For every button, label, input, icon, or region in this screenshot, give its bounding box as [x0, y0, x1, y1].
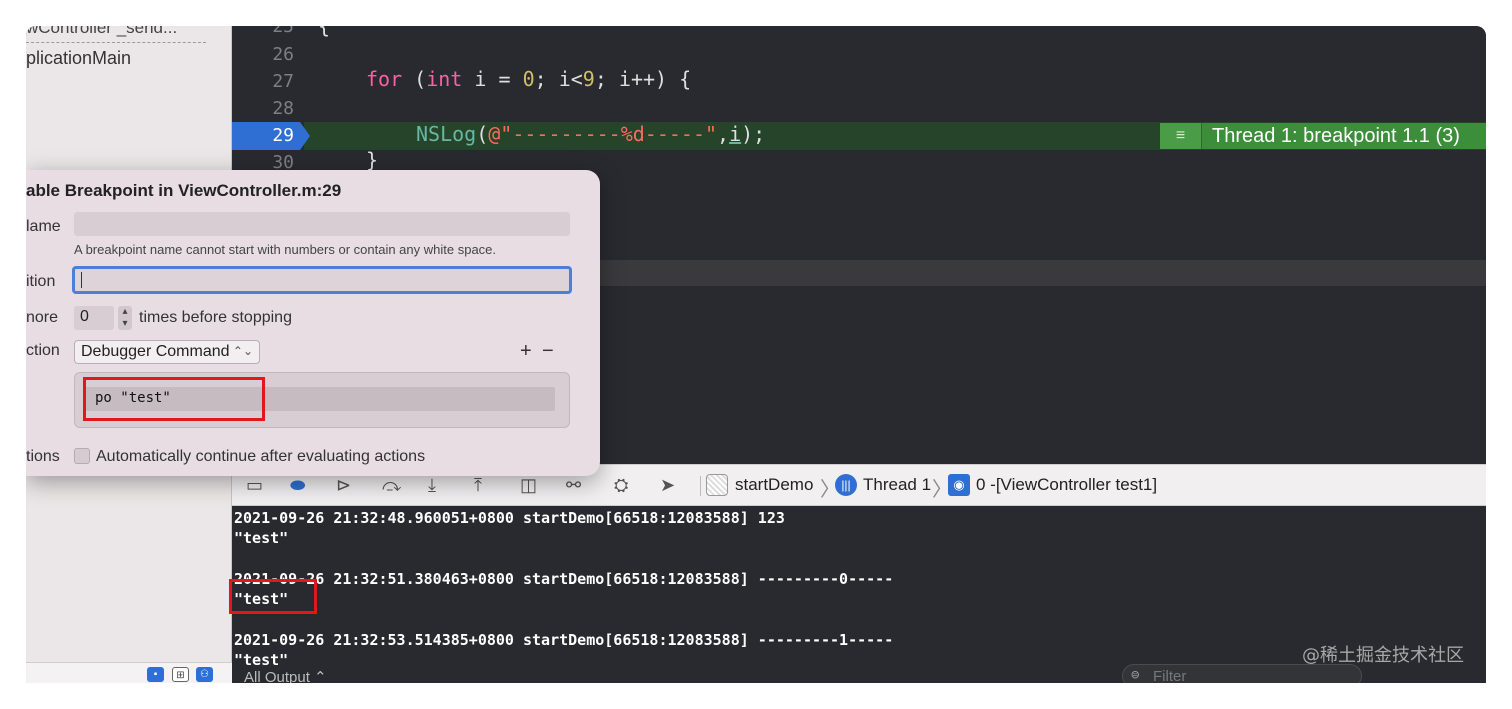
breakpoint-toggle-icon[interactable]: ⬬: [290, 474, 305, 496]
condition-label: ition: [26, 273, 56, 290]
output-select[interactable]: All Output ⌃: [244, 668, 327, 683]
stack-frame-uiapplicationmain[interactable]: plicationMain: [26, 48, 131, 69]
string-literal: @"---------%d-----": [488, 122, 718, 146]
action-type-value: Debugger Command: [81, 343, 230, 360]
app-icon: [706, 474, 728, 496]
line-number: 28: [272, 98, 294, 119]
code-text: i =: [462, 67, 523, 91]
variable: i: [729, 122, 742, 146]
function-name: NSLog: [416, 122, 477, 146]
console-output[interactable]: 2021-09-26 21:32:48.960051+0800 startDem…: [232, 506, 1486, 683]
action-type-select[interactable]: Debugger Command ⌃⌄: [74, 340, 260, 364]
environment-icon[interactable]: ⛭: [614, 474, 628, 496]
console-line: 2021-09-26 21:32:53.514385+0800 startDem…: [234, 631, 894, 649]
thread-breakpoint-badge[interactable]: ≡ Thread 1: breakpoint 1.1 (3): [1160, 123, 1486, 149]
toolbar-divider: [700, 476, 701, 496]
code-line-27: for (int i = 0; i<9; i++) {: [366, 67, 691, 91]
navigator-filter-bar: ▪ ⊞ ⚇: [26, 662, 232, 683]
code-text: ; i++) {: [594, 67, 692, 91]
filter-icon: ⊜: [1131, 667, 1140, 683]
step-over-icon[interactable]: ⤼: [382, 474, 401, 496]
breakpoint-name-input[interactable]: [74, 212, 570, 236]
code-line-30: }: [366, 148, 379, 172]
step-into-icon[interactable]: ⤓: [428, 474, 436, 496]
line-number: 25: [272, 26, 294, 37]
ignore-label: nore: [26, 309, 59, 326]
text-caret: [81, 272, 82, 288]
auto-continue-checkbox[interactable]: [74, 448, 90, 464]
filter-crashed-icon[interactable]: ▪: [147, 667, 164, 682]
line-number: 26: [272, 44, 294, 65]
ignore-count-input[interactable]: 0: [74, 306, 114, 330]
annotation-box-command: [83, 377, 265, 421]
filter-hierarchy-icon[interactable]: ⊞: [172, 667, 189, 682]
ignore-stepper[interactable]: ▴ ▾: [118, 306, 132, 330]
code-text: (: [476, 122, 489, 146]
annotation-box-console: [229, 579, 317, 614]
options-label: tions: [26, 448, 60, 465]
code-text: ,: [717, 122, 730, 146]
console-line: 2021-09-26 21:32:51.380463+0800 startDem…: [234, 570, 894, 588]
continue-icon[interactable]: ⊳: [336, 474, 351, 496]
name-hint: A breakpoint name cannot start with numb…: [74, 242, 497, 257]
stack-frame-icon: ◉: [948, 474, 970, 496]
filter-threads-icon[interactable]: ⚇: [196, 667, 213, 682]
memory-graph-icon[interactable]: ⚯: [566, 474, 581, 496]
frame-divider: [26, 42, 206, 43]
number-literal: 9: [582, 67, 595, 91]
keyword: int: [426, 67, 463, 91]
view-hierarchy-icon[interactable]: ◫: [520, 474, 537, 496]
crumb-thread[interactable]: Thread 1: [863, 475, 931, 495]
console-line: 2021-09-26 21:32:48.960051+0800 startDem…: [234, 509, 785, 527]
stack-frame-send[interactable]: wController _send...: [26, 26, 177, 38]
code-line-29: NSLog(@"---------%d-----",i);: [416, 122, 765, 146]
secondary-line-highlight: [592, 260, 1486, 286]
name-label: lame: [26, 218, 61, 235]
auto-continue-label: Automatically continue after evaluating …: [96, 448, 426, 465]
ignore-suffix: times before stopping: [139, 309, 292, 326]
add-action-button[interactable]: +: [520, 340, 532, 363]
console-footer: All Output ⌃ ⊜ Filter: [232, 664, 1486, 683]
crumb-frame[interactable]: 0 -[ViewController test1]: [976, 475, 1157, 495]
console-line: "test": [234, 529, 289, 547]
code-text: ; i<: [534, 67, 583, 91]
thread-icon: |||: [835, 474, 857, 496]
breakpoint-line-number: 29: [272, 125, 294, 146]
keyword: for: [366, 67, 403, 91]
step-out-icon[interactable]: ⤒: [474, 474, 482, 496]
xcode-window: wController _send... plicationMain ▪ ⊞ ⚇…: [26, 26, 1486, 683]
location-icon[interactable]: ➤: [660, 474, 675, 496]
chevron-updown-icon: ⌃⌄: [232, 344, 253, 358]
watermark: @稀土掘金技术社区: [1302, 645, 1464, 666]
line-number: 27: [272, 71, 294, 92]
action-label: ction: [26, 342, 60, 359]
remove-action-button[interactable]: −: [542, 340, 554, 363]
edit-breakpoint-popover: able Breakpoint in ViewController.m:29 l…: [26, 170, 600, 476]
hide-console-icon[interactable]: ▭: [246, 474, 263, 496]
code-line-25: {: [318, 26, 331, 38]
crumb-app[interactable]: startDemo: [735, 475, 813, 495]
condition-input[interactable]: [72, 266, 572, 294]
filter-placeholder: Filter: [1153, 668, 1187, 683]
code-text: (: [402, 67, 427, 91]
code-text: );: [741, 122, 766, 146]
hamburger-icon[interactable]: ≡: [1160, 123, 1202, 149]
thread-badge-text: Thread 1: breakpoint 1.1 (3): [1212, 125, 1460, 147]
number-literal: 0: [522, 67, 535, 91]
popover-title: able Breakpoint in ViewController.m:29: [26, 181, 342, 200]
